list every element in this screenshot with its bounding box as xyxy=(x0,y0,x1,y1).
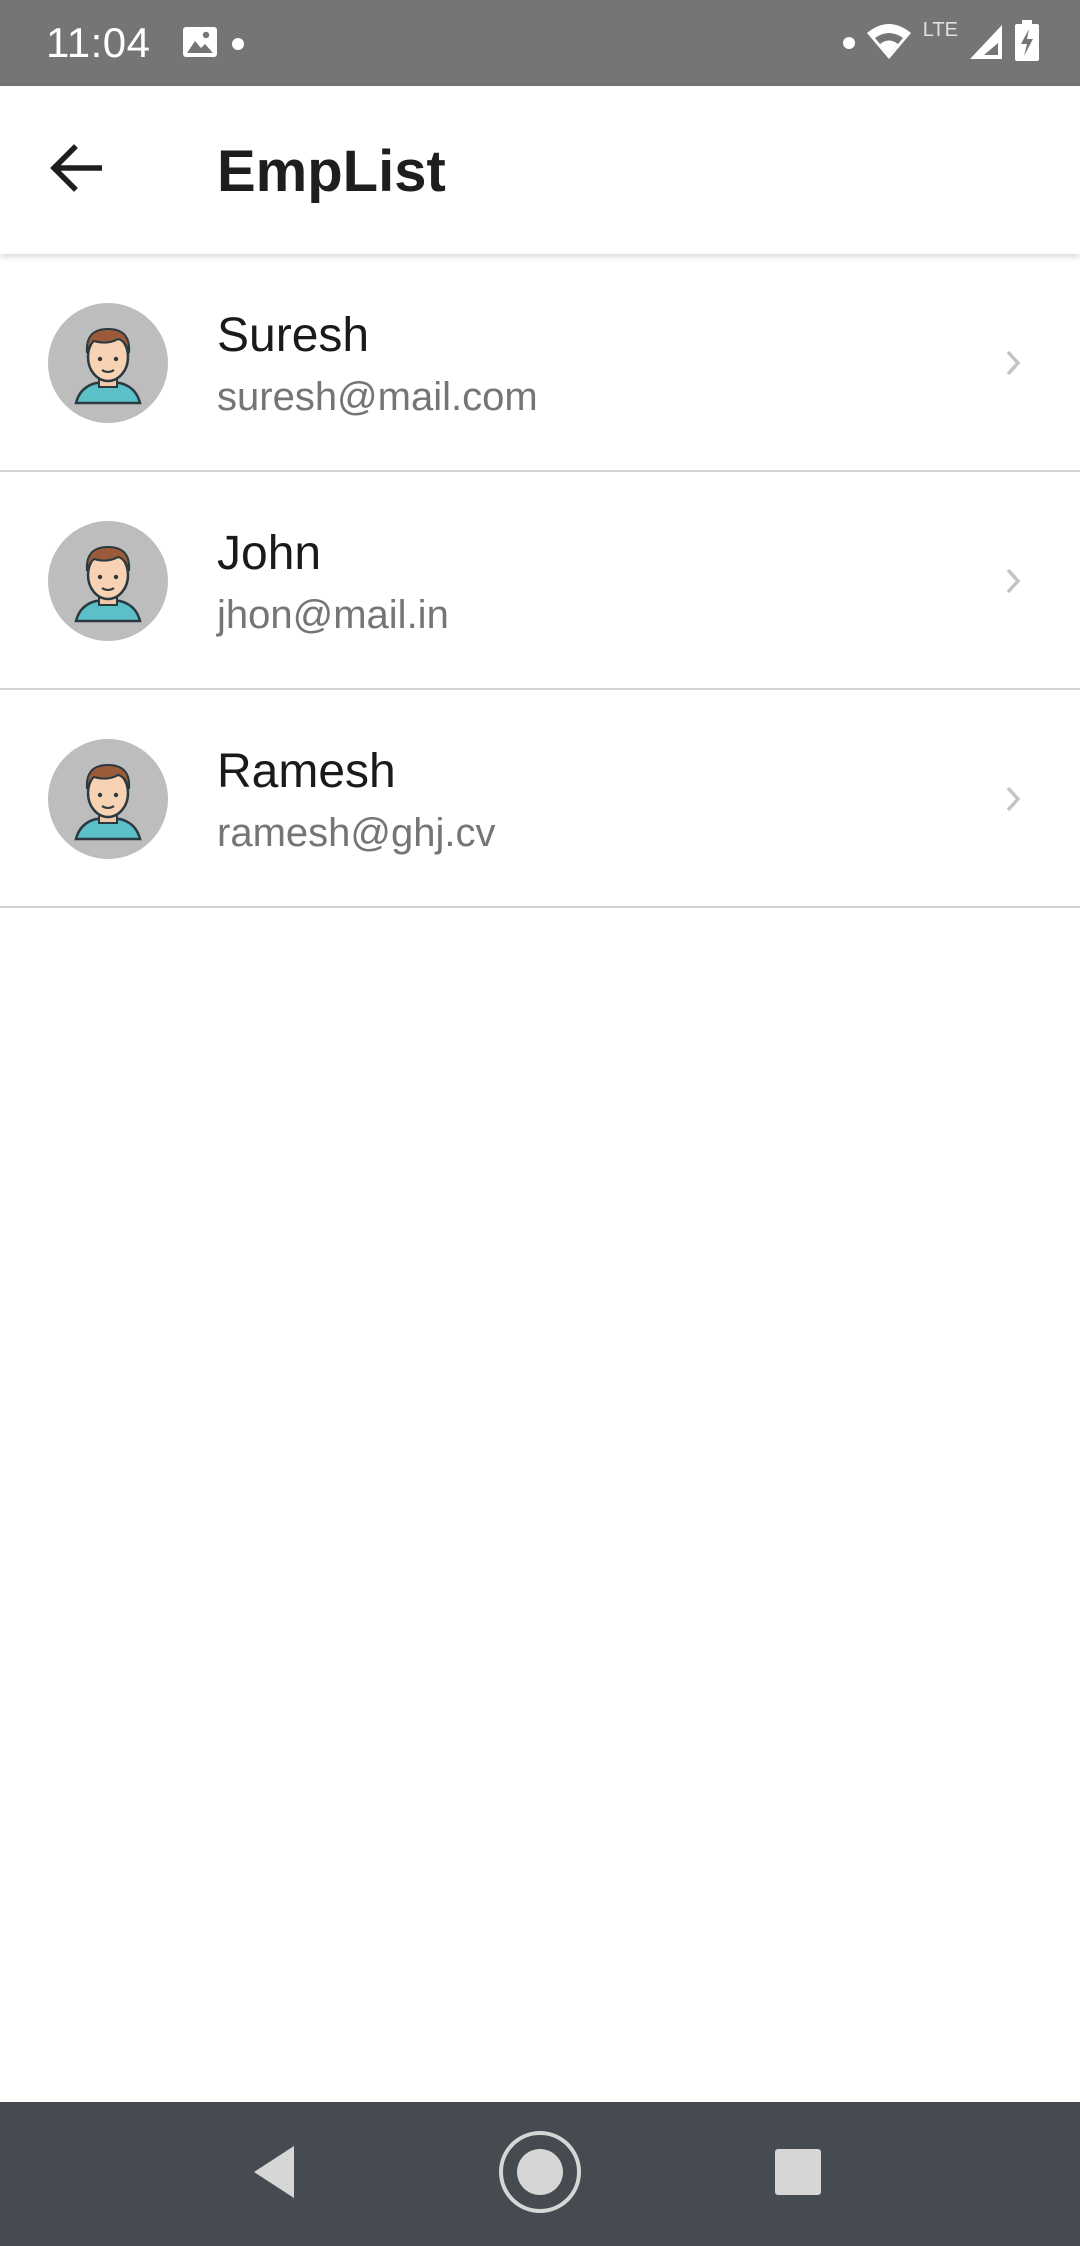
wifi-icon xyxy=(865,21,913,66)
image-icon xyxy=(182,26,218,63)
male-avatar-icon xyxy=(48,521,168,641)
list-item[interactable]: Ramesh ramesh@ghj.cv xyxy=(0,690,1080,908)
chevron-right-icon xyxy=(998,564,1028,598)
status-right-icons: LTE xyxy=(842,18,1040,68)
status-bar: 11:04 LTE xyxy=(0,0,1080,86)
status-dot-icon xyxy=(842,37,855,49)
employee-email: jhon@mail.in xyxy=(217,593,449,637)
notification-dot-icon xyxy=(232,38,244,50)
list-item[interactable]: Suresh suresh@mail.com xyxy=(0,254,1080,472)
battery-charging-icon xyxy=(1014,19,1040,67)
page-title: EmpList xyxy=(217,139,446,204)
network-type-label: LTE xyxy=(922,19,958,41)
chevron-right-icon xyxy=(998,782,1028,816)
male-avatar-icon xyxy=(48,303,168,423)
employee-list: Suresh suresh@mail.com John jhon@mail.in… xyxy=(0,254,1080,908)
list-item[interactable]: John jhon@mail.in xyxy=(0,472,1080,690)
status-left-icons xyxy=(182,24,244,64)
nav-recents-button[interactable] xyxy=(748,2124,848,2224)
screen: 11:04 LTE EmpList Suresh suresh@mail.com… xyxy=(0,0,1080,2246)
employee-name: Suresh xyxy=(217,309,370,362)
app-bar: EmpList xyxy=(0,86,1080,254)
cell-signal-icon xyxy=(968,21,1004,66)
nav-back-icon xyxy=(250,2144,300,2205)
employee-name: John xyxy=(217,527,322,580)
back-button[interactable] xyxy=(36,130,116,210)
employee-email: ramesh@ghj.cv xyxy=(217,811,496,855)
employee-name: Ramesh xyxy=(217,745,396,798)
chevron-right-icon xyxy=(998,346,1028,380)
nav-back-button[interactable] xyxy=(225,2124,325,2224)
arrow-back-icon xyxy=(50,143,103,197)
nav-home-icon xyxy=(497,2129,583,2220)
nav-recents-icon xyxy=(774,2148,822,2201)
employee-email: suresh@mail.com xyxy=(217,375,538,419)
system-nav-bar xyxy=(0,2102,1080,2246)
nav-home-button[interactable] xyxy=(490,2124,590,2224)
status-time: 11:04 xyxy=(46,19,151,66)
male-avatar-icon xyxy=(48,739,168,859)
